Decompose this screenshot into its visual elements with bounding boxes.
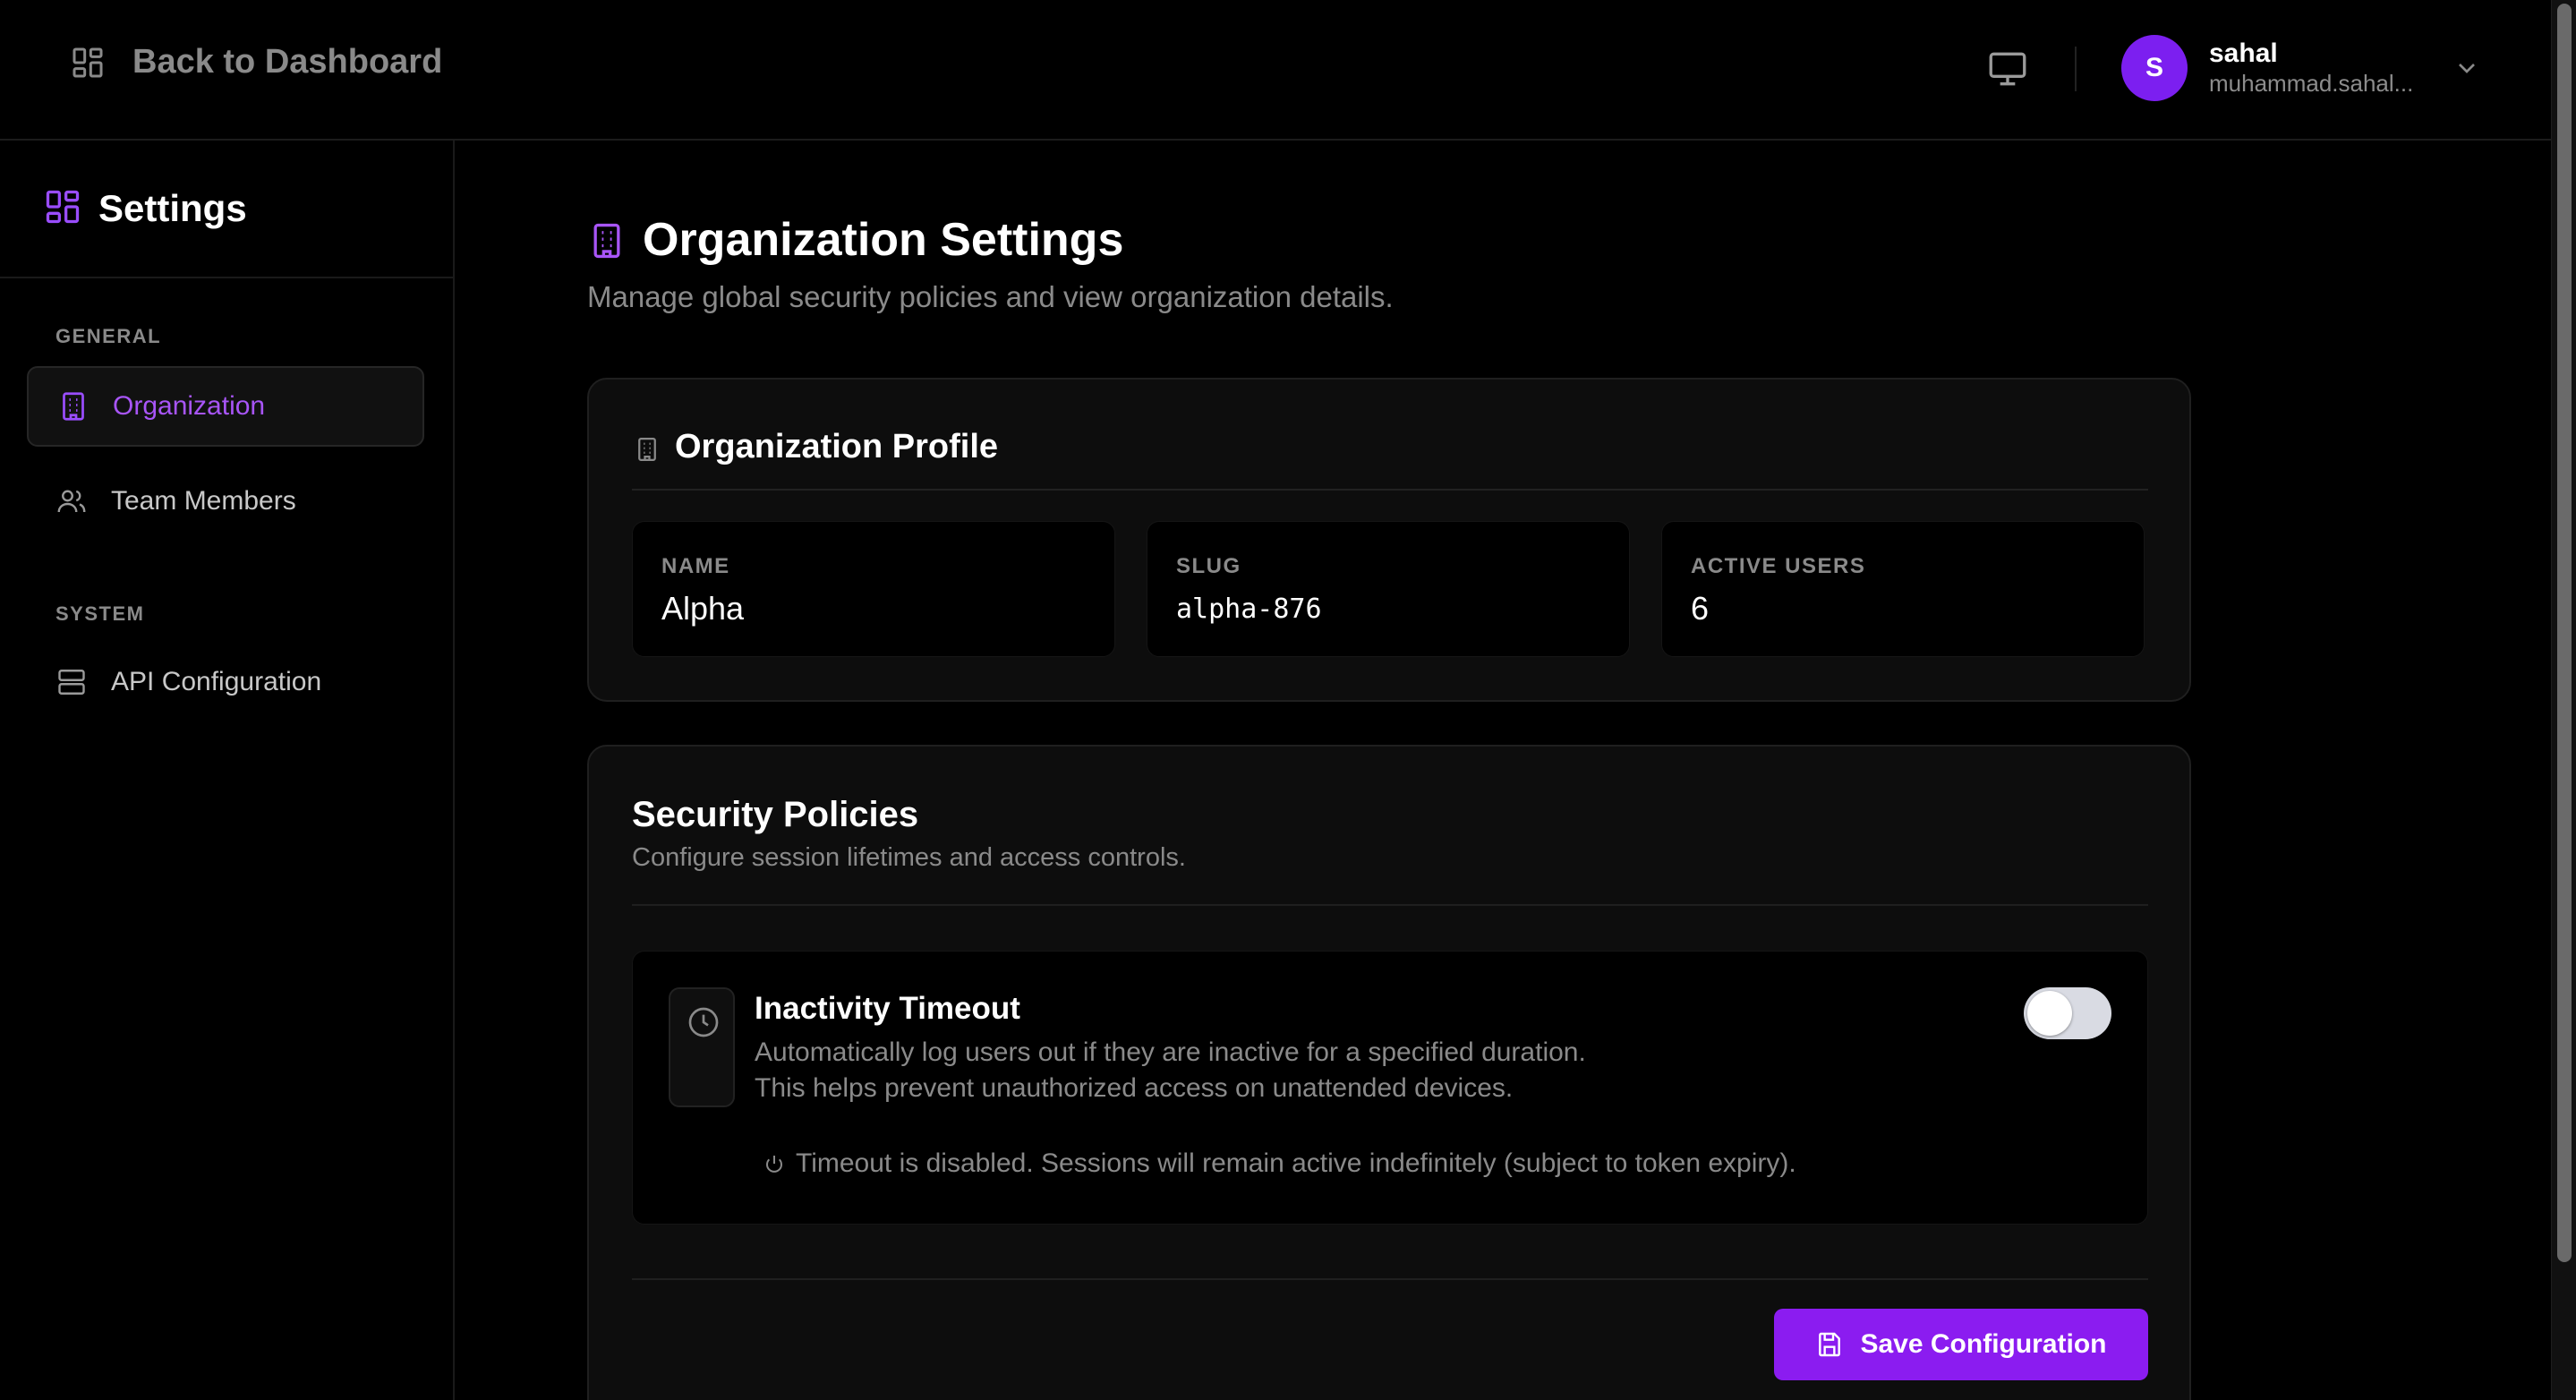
back-to-dashboard-link[interactable]: Back to Dashboard (70, 43, 442, 81)
stat-name: NAME Alpha (632, 521, 1115, 657)
stat-value: 6 (1691, 590, 1710, 627)
sidebar-item-organization[interactable]: Organization (27, 366, 424, 447)
sidebar-section-general: GENERAL (55, 325, 162, 347)
sidebar-item-label: API Configuration (111, 667, 322, 696)
organization-profile-card: Organization Profile NAME Alpha SLUG alp… (587, 378, 2191, 702)
scrollbar-thumb[interactable] (2557, 4, 2572, 1262)
chevron-down-icon[interactable] (2452, 54, 2481, 82)
sidebar-title: Settings (98, 187, 247, 229)
inactivity-timeout-panel: Inactivity Timeout Automatically log use… (632, 951, 2148, 1225)
sidebar-item-team-members[interactable]: Team Members (27, 461, 424, 542)
timeout-status: Timeout is disabled. Sessions will remai… (763, 1148, 1796, 1179)
inactivity-timeout-toggle[interactable] (2024, 987, 2111, 1039)
users-icon (57, 490, 86, 513)
clock-icon (688, 1007, 719, 1037)
server-icon (58, 670, 85, 695)
toggle-knob (2027, 991, 2072, 1036)
sidebar-item-api-configuration[interactable]: API Configuration (27, 642, 424, 722)
stat-label: SLUG (1176, 554, 1241, 578)
stat-active-users: ACTIVE USERS 6 (1661, 521, 2145, 657)
inactivity-timeout-description: This helps prevent unauthorized access o… (755, 1073, 1514, 1103)
avatar[interactable]: S (2121, 35, 2188, 101)
security-policies-card: Security Policies Configure session life… (587, 745, 2191, 1400)
sidebar-item-label: Organization (113, 391, 266, 421)
timeout-status-text: Timeout is disabled. Sessions will remai… (796, 1148, 1796, 1178)
sidebar: Settings GENERAL Organization Team Membe… (0, 141, 455, 1400)
header-divider (2075, 47, 2077, 91)
save-configuration-label: Save Configuration (1860, 1329, 2107, 1359)
top-bar: Back to Dashboard S sahal muhammad.sahal… (0, 0, 2551, 141)
save-icon (1819, 1332, 1841, 1357)
user-email: muhammad.sahal... (2209, 70, 2414, 97)
divider (632, 904, 2148, 906)
user-name: sahal (2209, 38, 2278, 68)
clock-icon-box (669, 987, 735, 1107)
security-policies-title: Security Policies (632, 795, 919, 834)
page-title: Organization Settings (643, 214, 1124, 266)
stat-value: Alpha (661, 590, 745, 627)
save-configuration-button[interactable]: Save Configuration (1774, 1309, 2148, 1380)
security-policies-subtitle: Configure session lifetimes and access c… (632, 843, 1186, 872)
organization-profile-title: Organization Profile (675, 428, 999, 465)
sidebar-section-system: SYSTEM (55, 602, 145, 625)
inactivity-timeout-description: Automatically log users out if they are … (755, 1037, 1586, 1067)
building-icon (63, 392, 84, 421)
stat-label: NAME (661, 554, 730, 578)
inactivity-timeout-title: Inactivity Timeout (755, 991, 1020, 1026)
sidebar-header: Settings (0, 141, 453, 278)
dashboard-grid-icon (73, 47, 103, 78)
stat-value: alpha-876 (1176, 593, 1322, 625)
stat-slug: SLUG alpha-876 (1147, 521, 1630, 657)
building-icon (593, 223, 620, 259)
power-icon (766, 1156, 782, 1173)
back-to-dashboard-label: Back to Dashboard (132, 43, 443, 81)
divider (632, 489, 2148, 491)
building-icon (638, 438, 656, 461)
monitor-icon[interactable] (1985, 47, 2030, 91)
sidebar-item-label: Team Members (111, 486, 296, 516)
stat-label: ACTIVE USERS (1691, 554, 1866, 578)
page-subtitle: Manage global security policies and view… (587, 280, 1394, 313)
divider (632, 1278, 2148, 1280)
vertical-scrollbar[interactable] (2551, 0, 2576, 1400)
settings-grid-icon (46, 190, 80, 224)
